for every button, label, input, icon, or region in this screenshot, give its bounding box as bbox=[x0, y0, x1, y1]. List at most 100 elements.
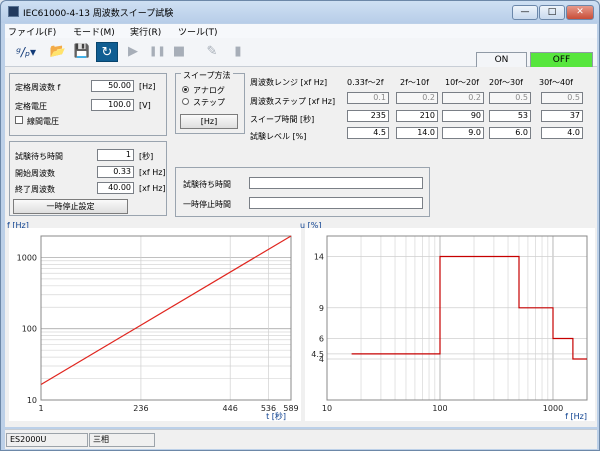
end-frequency-unit: [xf Hz] bbox=[139, 184, 166, 193]
logo-icon[interactable]: ᵍ/ₚ▾ bbox=[9, 42, 43, 62]
wait-time-input[interactable]: 1 bbox=[97, 149, 134, 161]
y-tick-label: 10 bbox=[27, 396, 37, 405]
x-tick-label: 100 bbox=[432, 404, 447, 413]
time-input-2[interactable]: 210 bbox=[396, 110, 438, 122]
main-panel: 定格周波数 f 50.00 [Hz] 定格電圧 100.0 [V] 線間電圧 ス… bbox=[5, 67, 597, 427]
status-group: 試験待ち時間 一時停止時間 bbox=[175, 167, 430, 217]
status-pause-label: 一時停止時間 bbox=[183, 200, 231, 209]
analog-radio[interactable] bbox=[182, 86, 189, 93]
model-status: ES2000U bbox=[6, 433, 88, 447]
row-label-step: 周波数ステップ [xf Hz] bbox=[250, 97, 336, 106]
level-input-3[interactable]: 9.0 bbox=[442, 127, 484, 139]
column-range-4: 20f〜30f bbox=[489, 78, 523, 87]
rated-voltage-input[interactable]: 100.0 bbox=[91, 99, 134, 111]
minimize-button[interactable]: — bbox=[512, 5, 538, 20]
y-tick-label: 1000 bbox=[17, 253, 37, 262]
menu-tools[interactable]: ツール(T) bbox=[178, 25, 218, 38]
row-label-range: 周波数レンジ [xf Hz] bbox=[250, 78, 328, 87]
start-frequency-unit: [xf Hz] bbox=[139, 168, 166, 177]
right-chart: 14 9 6 4.5 4 10 100 1000 f [Hz] bbox=[305, 228, 595, 421]
line-voltage-label: 線間電圧 bbox=[27, 117, 59, 126]
left-chart: 1000 100 10 1 236 446 536 589 t [秒] bbox=[9, 228, 301, 421]
status-pause-field bbox=[249, 197, 423, 209]
menu-mode[interactable]: モード(M) bbox=[73, 25, 115, 38]
time-input-5[interactable]: 37 bbox=[541, 110, 583, 122]
step-input-2[interactable]: 0.2 bbox=[396, 92, 438, 104]
stop-icon[interactable]: ■ bbox=[172, 42, 186, 62]
x-axis-label: t [秒] bbox=[266, 411, 286, 421]
rated-frequency-unit: [Hz] bbox=[139, 82, 156, 91]
time-input-4[interactable]: 53 bbox=[489, 110, 531, 122]
start-frequency-input[interactable]: 0.33 bbox=[97, 166, 134, 178]
close-button[interactable]: ✕ bbox=[566, 5, 594, 20]
rated-frequency-label: 定格周波数 f bbox=[15, 83, 61, 92]
rated-voltage-label: 定格電圧 bbox=[15, 102, 47, 111]
level-input-2[interactable]: 14.0 bbox=[396, 127, 438, 139]
step-input-1[interactable]: 0.1 bbox=[347, 92, 389, 104]
level-input-1[interactable]: 4.5 bbox=[347, 127, 389, 139]
rated-settings-group: 定格周波数 f 50.00 [Hz] 定格電圧 100.0 [V] 線間電圧 bbox=[9, 73, 167, 136]
column-range-1: 0.33f〜2f bbox=[347, 78, 384, 87]
pause-setting-button[interactable]: 一時停止設定 bbox=[13, 199, 128, 214]
test-settings-group: 試験待ち時間 1 [秒] 開始周波数 0.33 [xf Hz] 終了周波数 40… bbox=[9, 141, 167, 216]
level-input-4[interactable]: 6.0 bbox=[489, 127, 531, 139]
sweep-method-group: スイープ方法 アナログ ステップ [Hz] bbox=[175, 70, 245, 134]
save-icon[interactable]: 💾 bbox=[72, 42, 92, 62]
start-frequency-label: 開始周波数 bbox=[15, 169, 55, 178]
hz-button[interactable]: [Hz] bbox=[180, 114, 238, 129]
x-tick-label: 446 bbox=[223, 404, 238, 413]
rated-voltage-unit: [V] bbox=[139, 101, 151, 110]
y-tick-label: 4 bbox=[319, 355, 324, 364]
phase-status: 三相 bbox=[89, 433, 155, 447]
menu-file[interactable]: ファイル(F) bbox=[8, 25, 56, 38]
window-title: IEC61000-4-13 周波数スイープ試験 bbox=[23, 9, 174, 19]
title-bar[interactable]: IEC61000-4-13 周波数スイープ試験 — □ ✕ bbox=[1, 1, 599, 23]
refresh-icon[interactable]: ↻ bbox=[96, 42, 118, 62]
play-icon[interactable]: ▶ bbox=[126, 42, 140, 62]
wait-time-unit: [秒] bbox=[139, 152, 154, 161]
column-range-2: 2f〜10f bbox=[400, 78, 429, 87]
status-wait-label: 試験待ち時間 bbox=[183, 180, 231, 189]
app-window: IEC61000-4-13 周波数スイープ試験 — □ ✕ ファイル(F) モー… bbox=[0, 0, 600, 451]
open-folder-icon[interactable]: 📂 bbox=[47, 42, 69, 62]
maximize-button[interactable]: □ bbox=[539, 5, 565, 20]
y-tick-label: 14 bbox=[314, 253, 324, 262]
status-wait-field bbox=[249, 177, 423, 189]
edit-icon[interactable]: ✎ bbox=[203, 42, 221, 62]
x-tick-label: 236 bbox=[133, 404, 148, 413]
step-input-5[interactable]: 0.5 bbox=[541, 92, 583, 104]
time-input-1[interactable]: 235 bbox=[347, 110, 389, 122]
x-tick-label: 10 bbox=[322, 404, 332, 413]
x-axis-label: f [Hz] bbox=[565, 412, 587, 421]
pause-icon[interactable]: ❚❚ bbox=[149, 42, 166, 62]
step-label: ステップ bbox=[193, 98, 225, 107]
column-range-3: 10f〜20f bbox=[445, 78, 479, 87]
end-frequency-input[interactable]: 40.00 bbox=[97, 182, 134, 194]
toolbar: ᵍ/ₚ▾ 📂 💾 ↻ ▶ ❚❚ ■ ✎ ▮ ON OFF bbox=[5, 38, 597, 69]
step-radio[interactable] bbox=[182, 98, 189, 105]
frequency-sweep-chart: 1000100101 236 446 536 589t [秒] bbox=[17, 235, 299, 421]
test-level-chart: 14964.5410 100 1000f [Hz] bbox=[311, 235, 588, 421]
x-tick-label: 1000 bbox=[543, 404, 563, 413]
row-label-time: スイープ時間 [秒] bbox=[250, 115, 315, 124]
step-input-3[interactable]: 0.2 bbox=[442, 92, 484, 104]
sweep-series-line bbox=[40, 235, 292, 386]
panel-icon[interactable]: ▮ bbox=[231, 42, 245, 62]
end-frequency-label: 終了周波数 bbox=[15, 185, 55, 194]
analog-label: アナログ bbox=[193, 86, 225, 95]
y-tick-label: 100 bbox=[22, 325, 37, 334]
x-tick-label: 1 bbox=[38, 404, 43, 413]
column-range-5: 30f〜40f bbox=[539, 78, 573, 87]
app-icon bbox=[8, 6, 19, 17]
row-label-level: 試験レベル [%] bbox=[250, 132, 307, 141]
sweep-method-legend: スイープ方法 bbox=[181, 70, 233, 81]
level-input-5[interactable]: 4.0 bbox=[541, 127, 583, 139]
time-input-3[interactable]: 90 bbox=[442, 110, 484, 122]
y-tick-label: 6 bbox=[319, 335, 324, 344]
menu-run[interactable]: 実行(R) bbox=[130, 25, 161, 38]
step-input-4[interactable]: 0.5 bbox=[489, 92, 531, 104]
wait-time-label: 試験待ち時間 bbox=[15, 152, 63, 161]
rated-frequency-input[interactable]: 50.00 bbox=[91, 80, 134, 92]
y-tick-label: 9 bbox=[319, 304, 324, 313]
line-voltage-checkbox[interactable] bbox=[15, 116, 23, 124]
